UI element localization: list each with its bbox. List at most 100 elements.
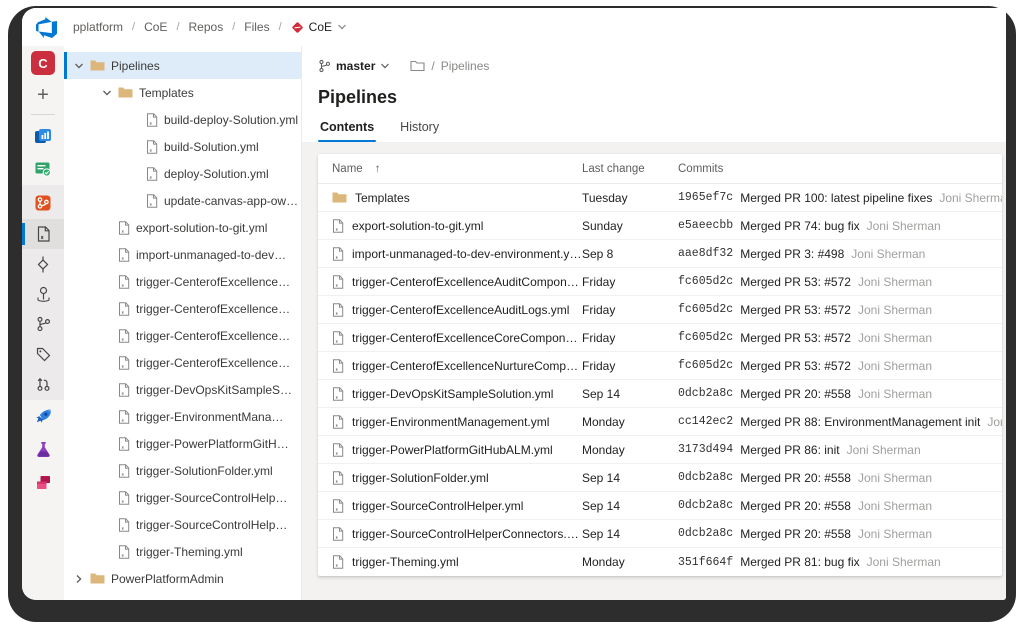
- table-row[interactable]: trigger-SourceControlHelper.yml Sep 14 0…: [318, 492, 1002, 520]
- chevron-down-icon[interactable]: [102, 88, 112, 98]
- tab-contents[interactable]: Contents: [318, 114, 376, 142]
- cell-name[interactable]: trigger-EnvironmentManagement.yml: [318, 415, 582, 429]
- commit-message[interactable]: Merged PR 20: #558: [740, 527, 851, 541]
- cell-name[interactable]: export-solution-to-git.yml: [318, 219, 582, 233]
- cell-name[interactable]: import-unmanaged-to-dev-environment.yml: [318, 247, 582, 261]
- commit-message[interactable]: Merged PR 53: #572: [740, 359, 851, 373]
- commit-message[interactable]: Merged PR 88: EnvironmentManagement init: [740, 415, 980, 429]
- commit-message[interactable]: Merged PR 53: #572: [740, 331, 851, 345]
- cell-name[interactable]: trigger-CenterofExcellenceNurtureCompone…: [318, 359, 582, 373]
- cell-name[interactable]: trigger-SourceControlHelper.yml: [318, 499, 582, 513]
- table-row[interactable]: trigger-CenterofExcellenceAuditLogs.yml …: [318, 296, 1002, 324]
- repo-selector[interactable]: CoE: [291, 20, 347, 34]
- cell-name[interactable]: trigger-PowerPlatformGitHubALM.yml: [318, 443, 582, 457]
- table-row[interactable]: trigger-CenterofExcellenceAuditComponent…: [318, 268, 1002, 296]
- commit-message[interactable]: Merged PR 53: #572: [740, 303, 851, 317]
- commit-hash[interactable]: 0dcb2a8c: [678, 471, 733, 484]
- item-name[interactable]: trigger-CenterofExcellenceAuditComponent…: [352, 275, 582, 289]
- item-name[interactable]: trigger-Theming.yml: [352, 555, 459, 569]
- table-row[interactable]: export-solution-to-git.yml Sunday e5aeec…: [318, 212, 1002, 240]
- commit-message[interactable]: Merged PR 100: latest pipeline fixes: [740, 191, 932, 205]
- tree-item[interactable]: trigger-CenterofExcellence…: [64, 268, 301, 295]
- commit-message[interactable]: Merged PR 86: init: [740, 443, 839, 457]
- commit-hash[interactable]: fc605d2c: [678, 303, 733, 316]
- item-name[interactable]: trigger-EnvironmentManagement.yml: [352, 415, 549, 429]
- tree-item[interactable]: trigger-PowerPlatformGitH…: [64, 430, 301, 457]
- tree-item[interactable]: trigger-CenterofExcellence…: [64, 349, 301, 376]
- table-row[interactable]: trigger-DevOpsKitSampleSolution.yml Sep …: [318, 380, 1002, 408]
- folder-outline-icon[interactable]: [410, 60, 425, 72]
- item-name[interactable]: trigger-CenterofExcellenceAuditLogs.yml: [352, 303, 569, 317]
- table-row[interactable]: Templates Tuesday 1965ef7c Merged PR 100…: [318, 184, 1002, 212]
- cell-name[interactable]: trigger-SolutionFolder.yml: [318, 471, 582, 485]
- cell-name[interactable]: trigger-CenterofExcellenceAuditLogs.yml: [318, 303, 582, 317]
- commit-hash[interactable]: 3173d494: [678, 443, 733, 456]
- tree-item[interactable]: update-canvas-app-own…: [64, 187, 301, 214]
- commit-message[interactable]: Merged PR 20: #558: [740, 387, 851, 401]
- cell-name[interactable]: trigger-CenterofExcellenceAuditComponent…: [318, 275, 582, 289]
- tree-item[interactable]: trigger-EnvironmentMana…: [64, 403, 301, 430]
- cell-name[interactable]: trigger-SourceControlHelperConnectors.ym…: [318, 527, 582, 541]
- commit-message[interactable]: Merged PR 3: #498: [740, 247, 844, 261]
- table-row[interactable]: trigger-CenterofExcellenceCoreComponents…: [318, 324, 1002, 352]
- cell-name[interactable]: trigger-Theming.yml: [318, 555, 582, 569]
- table-row[interactable]: import-unmanaged-to-dev-environment.yml …: [318, 240, 1002, 268]
- item-name[interactable]: trigger-PowerPlatformGitHubALM.yml: [352, 443, 553, 457]
- cell-name[interactable]: Templates: [318, 191, 582, 205]
- path-current-folder[interactable]: Pipelines: [441, 59, 490, 73]
- commit-hash[interactable]: 1965ef7c: [678, 191, 733, 204]
- nav-repos[interactable]: [22, 186, 64, 219]
- tree-item[interactable]: trigger-CenterofExcellence…: [64, 295, 301, 322]
- commit-hash[interactable]: fc605d2c: [678, 275, 733, 288]
- nav-test-plans[interactable]: [22, 152, 64, 185]
- azure-devops-logo-icon[interactable]: [36, 17, 57, 38]
- nav-branches[interactable]: [22, 309, 64, 339]
- commit-hash[interactable]: cc142ec2: [678, 415, 733, 428]
- nav-tags[interactable]: [22, 339, 64, 369]
- cell-name[interactable]: trigger-CenterofExcellenceCoreComponents…: [318, 331, 582, 345]
- breadcrumb-repos[interactable]: Repos: [189, 20, 224, 34]
- column-header-name[interactable]: Name↑: [318, 163, 582, 175]
- table-row[interactable]: trigger-EnvironmentManagement.yml Monday…: [318, 408, 1002, 436]
- tree-item[interactable]: export-solution-to-git.yml: [64, 214, 301, 241]
- commit-hash[interactable]: fc605d2c: [678, 331, 733, 344]
- commit-hash[interactable]: fc605d2c: [678, 359, 733, 372]
- commit-hash[interactable]: 351f664f: [678, 556, 733, 569]
- tree-item[interactable]: trigger-SolutionFolder.yml: [64, 457, 301, 484]
- breadcrumb-org[interactable]: pplatform: [73, 20, 123, 34]
- commit-message[interactable]: Merged PR 81: bug fix: [740, 555, 859, 569]
- cell-name[interactable]: trigger-DevOpsKitSampleSolution.yml: [318, 387, 582, 401]
- table-row[interactable]: trigger-Theming.yml Monday 351f664f Merg…: [318, 548, 1002, 576]
- table-row[interactable]: trigger-CenterofExcellenceNurtureCompone…: [318, 352, 1002, 380]
- project-avatar[interactable]: C: [22, 46, 64, 80]
- commit-hash[interactable]: 0dcb2a8c: [678, 387, 733, 400]
- add-button[interactable]: +: [22, 80, 64, 110]
- nav-test-flask[interactable]: [22, 433, 64, 466]
- nav-pushes[interactable]: [22, 279, 64, 309]
- item-name[interactable]: import-unmanaged-to-dev-environment.yml: [352, 247, 582, 261]
- chevron-down-icon[interactable]: [74, 61, 84, 71]
- tab-history[interactable]: History: [398, 114, 441, 142]
- commit-hash[interactable]: 0dcb2a8c: [678, 499, 733, 512]
- chevron-right-icon[interactable]: [74, 574, 84, 584]
- tree-item[interactable]: trigger-SourceControlHelp…: [64, 511, 301, 538]
- commit-message[interactable]: Merged PR 53: #572: [740, 275, 851, 289]
- nav-pipelines[interactable]: [22, 400, 64, 433]
- nav-artifacts[interactable]: [22, 466, 64, 499]
- tree-item[interactable]: import-unmanaged-to-dev…: [64, 241, 301, 268]
- item-name[interactable]: trigger-SourceControlHelper.yml: [352, 499, 523, 513]
- commit-hash[interactable]: aae8df32: [678, 247, 733, 260]
- commit-message[interactable]: Merged PR 20: #558: [740, 499, 851, 513]
- tree-item[interactable]: trigger-CenterofExcellence…: [64, 322, 301, 349]
- tree-item[interactable]: trigger-SourceControlHelp…: [64, 484, 301, 511]
- tree-item[interactable]: Pipelines: [64, 52, 301, 79]
- commit-message[interactable]: Merged PR 74: bug fix: [740, 219, 859, 233]
- tree-item[interactable]: trigger-Theming.yml: [64, 538, 301, 565]
- table-row[interactable]: trigger-SolutionFolder.yml Sep 14 0dcb2a…: [318, 464, 1002, 492]
- item-name[interactable]: trigger-SourceControlHelperConnectors.ym…: [352, 527, 582, 541]
- breadcrumb-project[interactable]: CoE: [144, 20, 167, 34]
- column-header-commits[interactable]: Commits: [678, 163, 1002, 175]
- breadcrumb-files[interactable]: Files: [244, 20, 269, 34]
- item-name[interactable]: trigger-DevOpsKitSampleSolution.yml: [352, 387, 553, 401]
- item-name[interactable]: trigger-CenterofExcellenceNurtureCompone…: [352, 359, 582, 373]
